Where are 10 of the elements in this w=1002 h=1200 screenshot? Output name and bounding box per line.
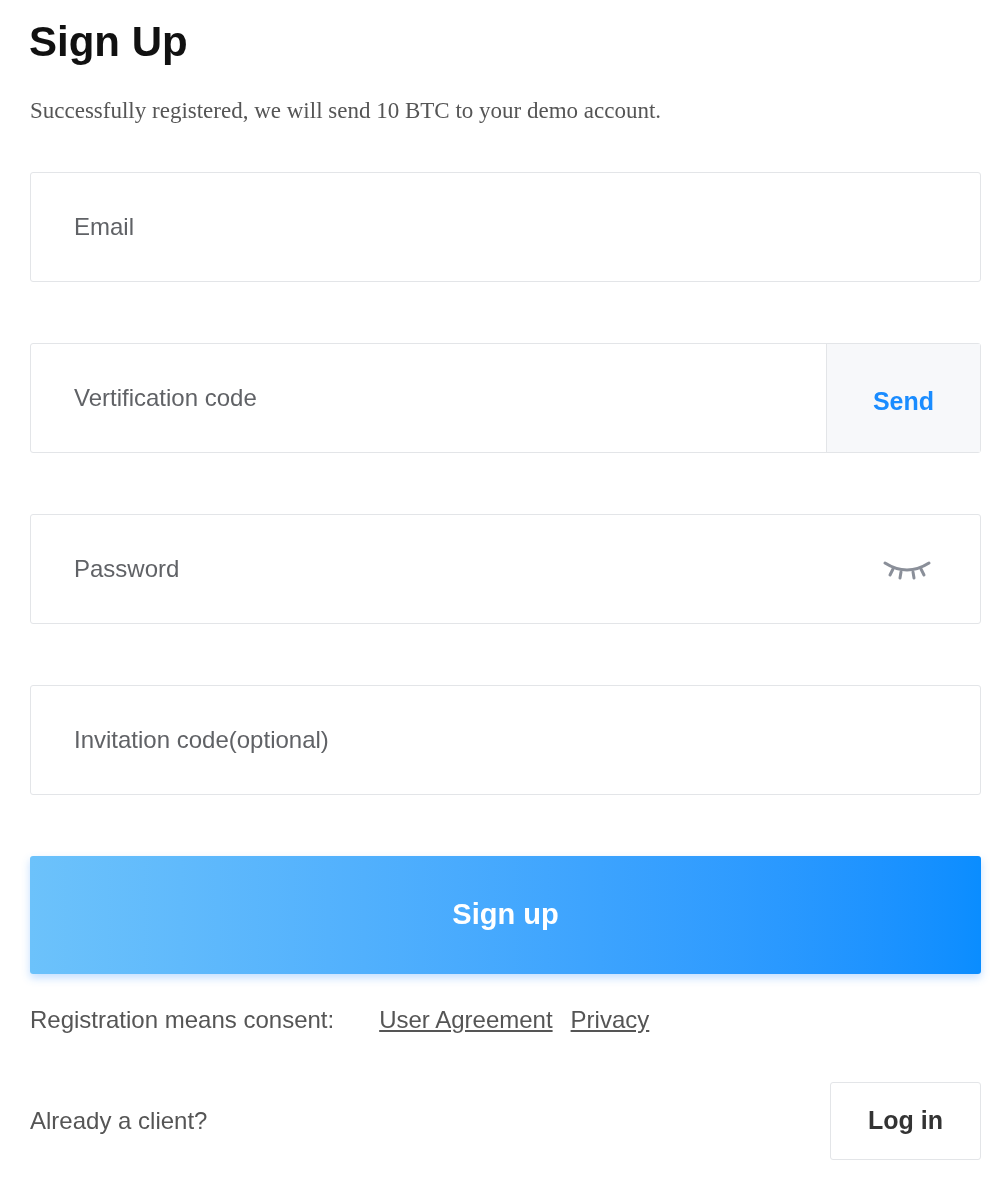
policy-link[interactable]: Privacy — [570, 1002, 650, 1038]
already-client-text: Already a client? — [30, 1106, 208, 1136]
input-field[interactable]: Email — [30, 172, 981, 282]
policy-link[interactable]: User Agreement — [379, 1002, 553, 1038]
input-field[interactable]: Invitation code(optional) — [30, 685, 981, 795]
input-field[interactable]: Password — [30, 514, 981, 624]
consent-text: Registration means consent: — [30, 1005, 335, 1035]
subtitle-text: Successfully registered, we will send 10 BTC to your demo account. — [30, 97, 663, 125]
page-title: Sign Up — [29, 17, 189, 67]
log-in-button[interactable]: Log in — [830, 1082, 981, 1160]
